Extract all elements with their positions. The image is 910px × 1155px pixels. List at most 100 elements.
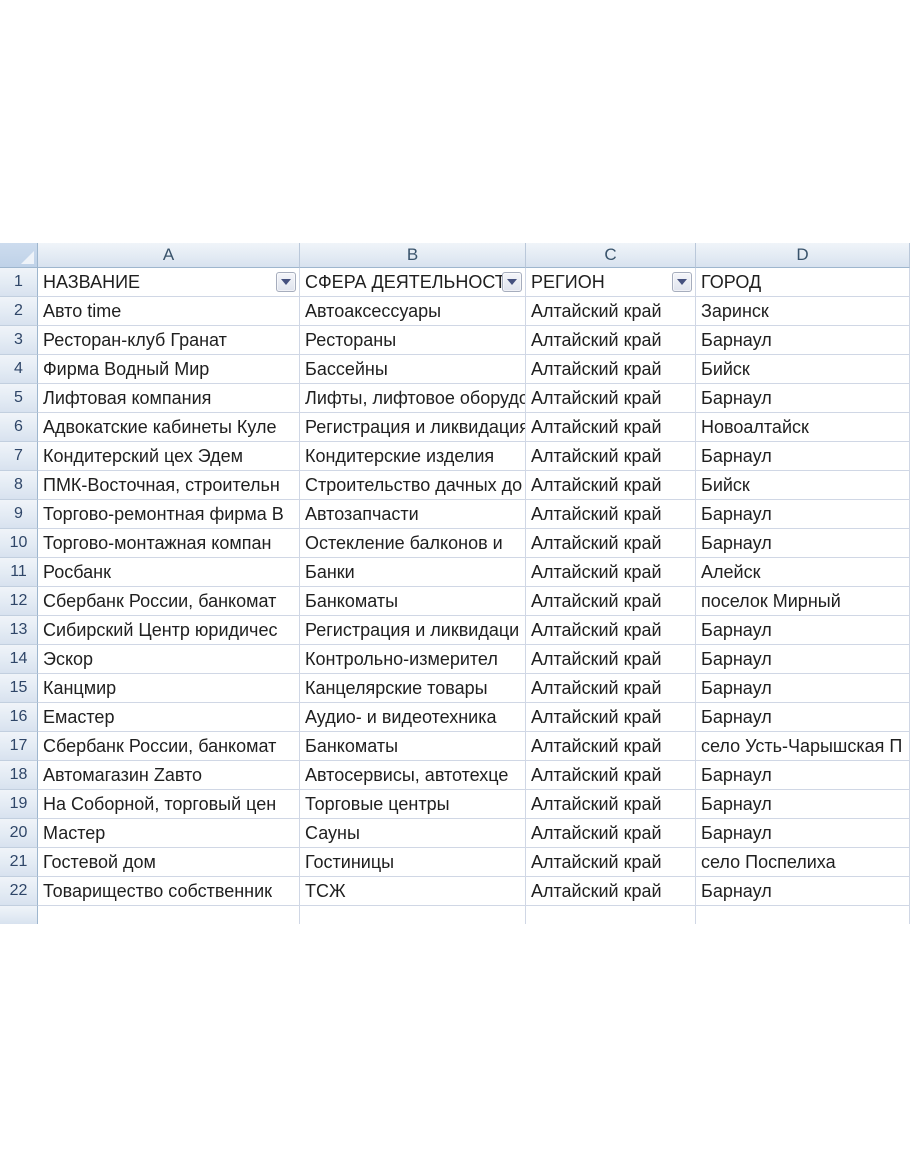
cell-c[interactable]: Алтайский край: [526, 616, 696, 645]
filter-button[interactable]: [502, 272, 522, 292]
cell-b[interactable]: Банкоматы: [300, 732, 526, 761]
cell-c[interactable]: Алтайский край: [526, 529, 696, 558]
row-number[interactable]: [0, 906, 38, 924]
cell-d[interactable]: Новоалтайск: [696, 413, 910, 442]
cell-c[interactable]: Алтайский край: [526, 645, 696, 674]
cell-b[interactable]: Канцелярские товары: [300, 674, 526, 703]
cell-a[interactable]: Росбанк: [38, 558, 300, 587]
cell-b[interactable]: Автоаксессуары: [300, 297, 526, 326]
row-number[interactable]: 15: [0, 674, 38, 703]
cell-c[interactable]: Алтайский край: [526, 413, 696, 442]
cell-c[interactable]: Алтайский край: [526, 877, 696, 906]
cell-a[interactable]: Ресторан-клуб Гранат: [38, 326, 300, 355]
cell-d[interactable]: село Поспелиха: [696, 848, 910, 877]
cell-a[interactable]: Фирма Водный Мир: [38, 355, 300, 384]
cell-b[interactable]: Автосервисы, автотехце: [300, 761, 526, 790]
column-header-d[interactable]: D: [696, 243, 910, 268]
cell-a[interactable]: Канцмир: [38, 674, 300, 703]
cell-a[interactable]: Автомагазин Zавто: [38, 761, 300, 790]
cell-b[interactable]: Сауны: [300, 819, 526, 848]
cell-a[interactable]: Адвокатские кабинеты Куле: [38, 413, 300, 442]
cell-c[interactable]: Алтайский край: [526, 558, 696, 587]
cell-a[interactable]: Авто time: [38, 297, 300, 326]
row-number[interactable]: 9: [0, 500, 38, 529]
cell-b[interactable]: Регистрация и ликвидаци: [300, 616, 526, 645]
cell-c[interactable]: Алтайский край: [526, 703, 696, 732]
row-number[interactable]: 2: [0, 297, 38, 326]
cell-a[interactable]: Сибирский Центр юридичес: [38, 616, 300, 645]
cell-d[interactable]: Барнаул: [696, 442, 910, 471]
cell-b[interactable]: [300, 906, 526, 924]
cell-d[interactable]: поселок Мирный: [696, 587, 910, 616]
cell-a[interactable]: Торгово-монтажная компан: [38, 529, 300, 558]
row-number[interactable]: 7: [0, 442, 38, 471]
cell-b[interactable]: ТСЖ: [300, 877, 526, 906]
cell-c[interactable]: Алтайский край: [526, 384, 696, 413]
cell-d[interactable]: Барнаул: [696, 790, 910, 819]
cell-c[interactable]: Алтайский край: [526, 355, 696, 384]
cell-b[interactable]: Лифты, лифтовое оборудование: [300, 384, 526, 413]
cell-c[interactable]: Алтайский край: [526, 471, 696, 500]
cell-c[interactable]: Алтайский край: [526, 674, 696, 703]
row-number[interactable]: 13: [0, 616, 38, 645]
row-number[interactable]: 4: [0, 355, 38, 384]
cell-a[interactable]: Сбербанк России, банкомат: [38, 732, 300, 761]
cell-b[interactable]: Автозапчасти: [300, 500, 526, 529]
cell-c[interactable]: Алтайский край: [526, 819, 696, 848]
cell-b[interactable]: Регистрация и ликвидация: [300, 413, 526, 442]
row-number[interactable]: 5: [0, 384, 38, 413]
cell-b[interactable]: Контрольно-измерител: [300, 645, 526, 674]
cell-b[interactable]: Банки: [300, 558, 526, 587]
header-cell-sfera[interactable]: СФЕРА ДЕЯТЕЛЬНОСТИ: [300, 268, 526, 297]
cell-c[interactable]: Алтайский край: [526, 500, 696, 529]
cell-c[interactable]: Алтайский край: [526, 790, 696, 819]
cell-a[interactable]: Торгово-ремонтная фирма В: [38, 500, 300, 529]
cell-c[interactable]: [526, 906, 696, 924]
row-number[interactable]: 17: [0, 732, 38, 761]
cell-b[interactable]: Остекление балконов и: [300, 529, 526, 558]
cell-d[interactable]: Барнаул: [696, 877, 910, 906]
row-number[interactable]: 20: [0, 819, 38, 848]
cell-b[interactable]: Банкоматы: [300, 587, 526, 616]
cell-d[interactable]: Барнаул: [696, 703, 910, 732]
row-number[interactable]: 18: [0, 761, 38, 790]
cell-d[interactable]: Барнаул: [696, 616, 910, 645]
cell-d[interactable]: Бийск: [696, 355, 910, 384]
cell-a[interactable]: Кондитерский цех Эдем: [38, 442, 300, 471]
cell-d[interactable]: село Усть-Чарышская П: [696, 732, 910, 761]
cell-d[interactable]: Барнаул: [696, 819, 910, 848]
cell-c[interactable]: Алтайский край: [526, 761, 696, 790]
row-number[interactable]: 16: [0, 703, 38, 732]
cell-d[interactable]: Барнаул: [696, 326, 910, 355]
header-cell-region[interactable]: РЕГИОН: [526, 268, 696, 297]
cell-c[interactable]: Алтайский край: [526, 297, 696, 326]
cell-b[interactable]: Кондитерские изделия: [300, 442, 526, 471]
cell-a[interactable]: Товарищество собственник: [38, 877, 300, 906]
row-number[interactable]: 12: [0, 587, 38, 616]
cell-b[interactable]: Торговые центры: [300, 790, 526, 819]
cell-b[interactable]: Бассейны: [300, 355, 526, 384]
column-header-a[interactable]: A: [38, 243, 300, 268]
cell-a[interactable]: Эскор: [38, 645, 300, 674]
cell-d[interactable]: Барнаул: [696, 761, 910, 790]
cell-a[interactable]: ПМК-Восточная, строительн: [38, 471, 300, 500]
row-number[interactable]: 19: [0, 790, 38, 819]
cell-c[interactable]: Алтайский край: [526, 587, 696, 616]
cell-d[interactable]: Заринск: [696, 297, 910, 326]
cell-a[interactable]: Емастер: [38, 703, 300, 732]
filter-button[interactable]: [276, 272, 296, 292]
filter-button[interactable]: [672, 272, 692, 292]
cell-a[interactable]: На Соборной, торговый цен: [38, 790, 300, 819]
cell-d[interactable]: Бийск: [696, 471, 910, 500]
cell-b[interactable]: Гостиницы: [300, 848, 526, 877]
row-number[interactable]: 11: [0, 558, 38, 587]
cell-d[interactable]: Барнаул: [696, 384, 910, 413]
cell-a[interactable]: Лифтовая компания: [38, 384, 300, 413]
row-number[interactable]: 6: [0, 413, 38, 442]
cell-c[interactable]: Алтайский край: [526, 732, 696, 761]
row-number[interactable]: 21: [0, 848, 38, 877]
cell-d[interactable]: [696, 906, 910, 924]
header-cell-nazvanie[interactable]: НАЗВАНИЕ: [38, 268, 300, 297]
cell-d[interactable]: Барнаул: [696, 674, 910, 703]
cell-b[interactable]: Аудио- и видеотехника: [300, 703, 526, 732]
